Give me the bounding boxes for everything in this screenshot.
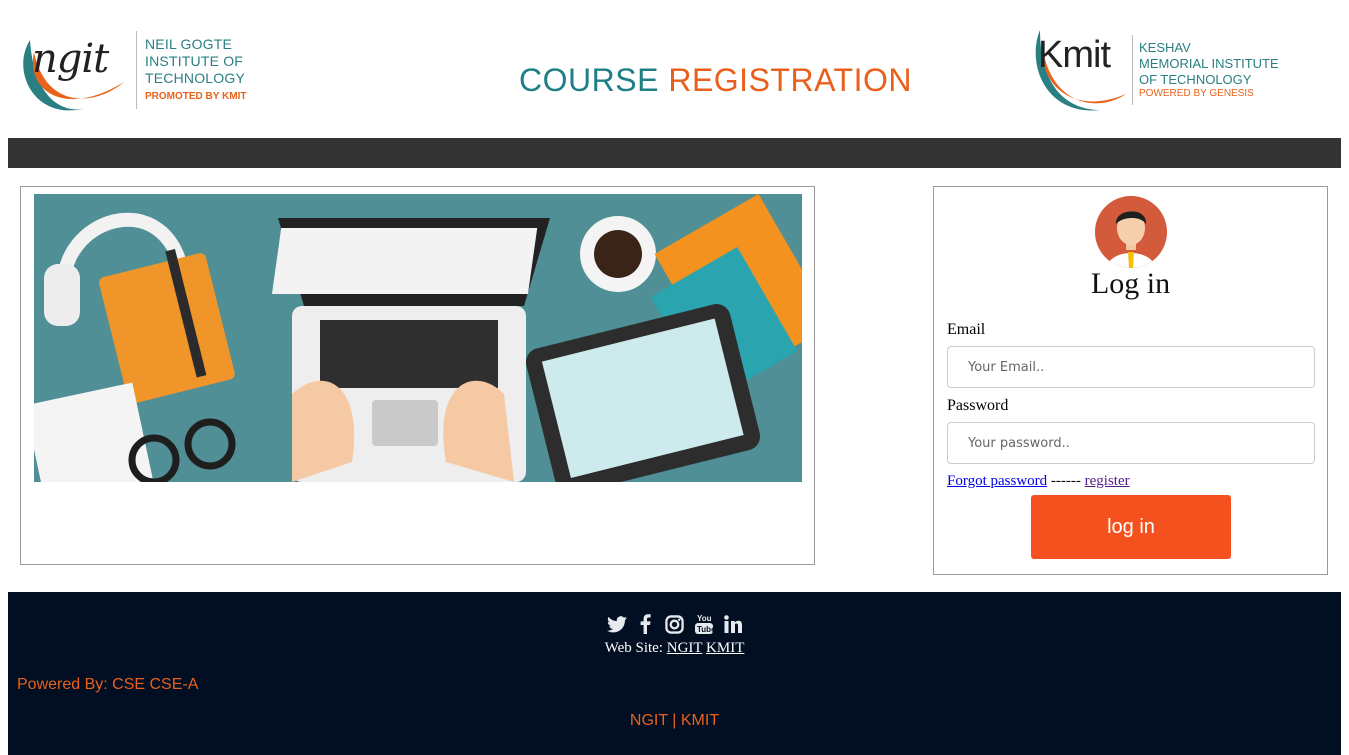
website-links: Web Site: NGIT KMIT — [8, 640, 1341, 657]
kmit-logo[interactable]: Kmit KESHAV MEMORIAL INSTITUTE OF TECHNO… — [1030, 24, 1279, 116]
social-links: You Tube — [8, 612, 1341, 636]
kmit-logo-tagline: POWERED BY GENESIS — [1139, 88, 1254, 99]
password-label: Password — [947, 397, 1009, 414]
avatar — [1095, 196, 1167, 268]
kmit-logo-line: MEMORIAL INSTITUTE — [1139, 56, 1279, 71]
email-field[interactable] — [947, 346, 1315, 388]
svg-text:Tube: Tube — [697, 625, 713, 634]
banner-illustration — [34, 194, 802, 482]
page-title-part1: COURSE — [519, 62, 659, 98]
svg-text:You: You — [697, 614, 712, 623]
kmit-logo-text: KESHAV MEMORIAL INSTITUTE OF TECHNOLOGY … — [1139, 40, 1279, 100]
website-label: Web Site: — [604, 640, 663, 656]
youtube-icon[interactable]: You Tube — [693, 612, 714, 636]
kmit-link[interactable]: KMIT — [706, 640, 744, 656]
kmit-logo-line: KESHAV — [1139, 40, 1191, 55]
kmit-logo-mark: Kmit — [1030, 24, 1128, 116]
login-button[interactable]: log in — [1031, 495, 1231, 559]
powered-by-text: Powered By: CSE CSE-A — [17, 676, 199, 693]
site-header: ngit NEIL GOGTE INSTITUTE OF TECHNOLOGY … — [0, 0, 1349, 138]
login-heading: Log in — [1090, 267, 1171, 300]
register-link[interactable]: register — [1085, 473, 1130, 489]
linkedin-icon[interactable] — [722, 612, 743, 636]
login-panel: Log in Email Password Forgot password --… — [933, 186, 1328, 575]
logo-divider — [1132, 35, 1133, 105]
ngit-logo-line: NEIL GOGTE — [145, 35, 233, 52]
site-footer: You Tube Web Site: NGIT KMIT Powered By: … — [8, 592, 1341, 755]
facebook-icon[interactable] — [635, 612, 656, 636]
forgot-password-link[interactable]: Forgot password — [947, 473, 1047, 489]
instagram-icon[interactable] — [664, 612, 685, 636]
links-separator: ------ — [1050, 473, 1081, 489]
login-links: Forgot password ------ register — [947, 473, 1130, 490]
kmit-logo-line: OF TECHNOLOGY — [1139, 72, 1252, 87]
ngit-link[interactable]: NGIT — [667, 640, 703, 656]
password-field[interactable] — [947, 422, 1315, 464]
footer-bottom-line: NGIT | KMIT — [629, 712, 720, 729]
nav-bar — [8, 138, 1341, 168]
email-label: Email — [947, 321, 986, 338]
banner-panel — [20, 186, 815, 565]
page-title-part2: REGISTRATION — [668, 62, 912, 98]
twitter-icon[interactable] — [606, 612, 627, 636]
